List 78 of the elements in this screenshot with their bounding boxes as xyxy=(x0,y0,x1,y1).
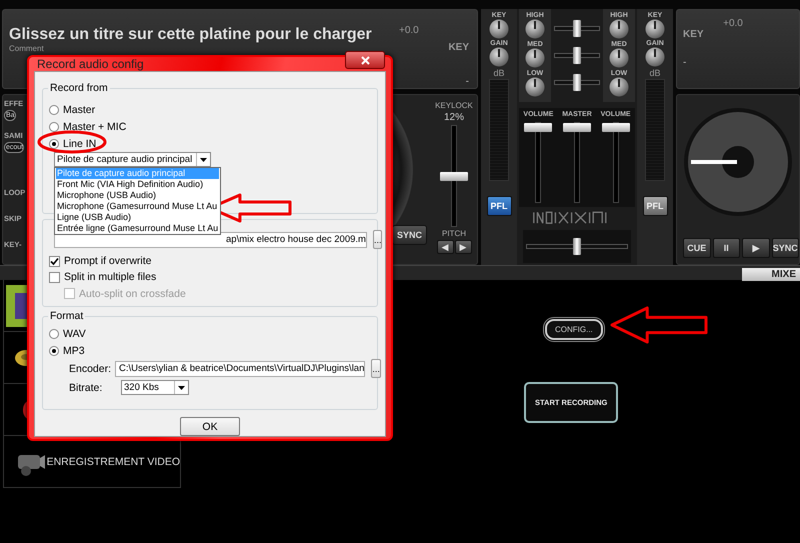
pitch-value: +0.0 xyxy=(723,18,743,29)
pitch-percent: 12% xyxy=(444,112,464,123)
encoder-path-field[interactable]: C:\Users\ylian & beatrice\Documents\VirtualDJ\Plugins\lan xyxy=(115,360,366,376)
checkbox-label: Prompt if overwrite xyxy=(64,255,152,268)
radio-label: Line IN xyxy=(63,138,96,150)
thumbnail-icon xyxy=(6,284,27,326)
field-label: Bitrate: xyxy=(68,382,104,394)
dropdown-option[interactable]: Microphone (Gamesurround Muse Lt Au xyxy=(56,201,220,212)
key-value: - xyxy=(466,76,469,87)
radio-button[interactable] xyxy=(49,104,59,114)
knob[interactable] xyxy=(525,48,545,68)
pitch-button[interactable]: ▶ xyxy=(454,240,472,254)
slider-thumb[interactable] xyxy=(573,20,581,37)
keylock-label: KEYLOCK xyxy=(435,101,473,110)
device-select[interactable]: Pilote de capture audio principal xyxy=(54,152,211,167)
group-label: Record from xyxy=(48,82,110,94)
fader-thumb[interactable] xyxy=(602,122,630,132)
slider-thumb[interactable] xyxy=(573,46,581,64)
pitch-value: +0.0 xyxy=(399,25,419,36)
config-button[interactable]: CONFIG... xyxy=(545,319,603,340)
browse-button[interactable]: ... xyxy=(372,230,382,249)
crossfader-thumb[interactable] xyxy=(573,238,581,255)
knob[interactable] xyxy=(645,47,665,67)
close-button[interactable] xyxy=(345,51,385,69)
dropdown-option[interactable]: Ligne (USB Audio) xyxy=(56,212,220,223)
pfl-button[interactable]: PFL xyxy=(486,196,512,216)
transport-button[interactable]: CUE xyxy=(683,238,710,258)
radio-label: Master xyxy=(63,104,96,116)
meter-label: dB xyxy=(649,68,660,78)
radio-button[interactable] xyxy=(49,346,59,356)
transport-button[interactable]: SYNC xyxy=(772,238,799,258)
track-title: Glissez un titre sur cette platine pour le charger xyxy=(9,26,373,44)
knob[interactable] xyxy=(645,19,665,39)
dropdown-option[interactable]: Microphone (USB Audio) xyxy=(56,190,220,201)
pitch-button[interactable]: ◀ xyxy=(436,240,454,254)
group-label: Format xyxy=(48,310,86,322)
radio-label: WAV xyxy=(63,328,86,340)
key-label: KEY xyxy=(448,42,469,53)
knob[interactable] xyxy=(609,19,629,39)
field-label: Encoder: xyxy=(68,362,112,374)
fader-thumb[interactable] xyxy=(440,172,468,180)
comment-label: Comment xyxy=(9,44,45,53)
knob[interactable] xyxy=(609,77,629,97)
pitch-label: PITCH xyxy=(442,229,466,238)
dialog-title: Record audio config xyxy=(37,57,145,71)
fader-thumb[interactable] xyxy=(524,122,552,132)
knob[interactable] xyxy=(489,47,509,67)
dropdown-option[interactable]: Front Mic (VIA High Definition Audio) xyxy=(56,179,220,190)
checkbox-label: Auto-split on crossfade xyxy=(79,288,186,300)
annotation-ellipse xyxy=(37,130,107,154)
checkbox[interactable] xyxy=(49,272,60,283)
dropdown-arrow-icon xyxy=(178,386,185,390)
meter-label: dB xyxy=(493,68,504,78)
radio-label: MP3 xyxy=(63,344,85,356)
transport-button[interactable]: II xyxy=(712,238,740,258)
checkbox[interactable] xyxy=(49,256,60,267)
knob[interactable] xyxy=(525,77,545,97)
radio-button[interactable] xyxy=(49,328,59,338)
knob[interactable] xyxy=(525,19,545,39)
sync-button[interactable]: SYNC xyxy=(392,225,427,245)
dropdown-arrow-icon xyxy=(200,158,207,162)
bitrate-select[interactable]: 320 Kbs xyxy=(121,380,189,395)
key-value: - xyxy=(683,57,686,68)
knob[interactable] xyxy=(609,48,629,68)
radio-button[interactable] xyxy=(49,138,59,148)
close-icon xyxy=(360,56,370,64)
knob[interactable] xyxy=(489,19,509,39)
fader-thumb[interactable] xyxy=(563,122,591,132)
radio-button[interactable] xyxy=(49,122,59,132)
browse-button[interactable]: ... xyxy=(371,359,381,378)
ok-button[interactable]: OK xyxy=(180,417,240,436)
key-label: KEY xyxy=(683,29,705,40)
radio-label: Master + MIC xyxy=(63,120,126,132)
dropdown-option[interactable]: Entrée ligne (Gamesurround Muse Lt Au xyxy=(56,223,220,234)
checkbox-label: Split in multiple files xyxy=(64,271,156,284)
mixer-tab[interactable]: MIXE xyxy=(742,268,800,281)
transport-button[interactable]: ▶ xyxy=(742,238,770,258)
slider-thumb[interactable] xyxy=(573,74,581,91)
